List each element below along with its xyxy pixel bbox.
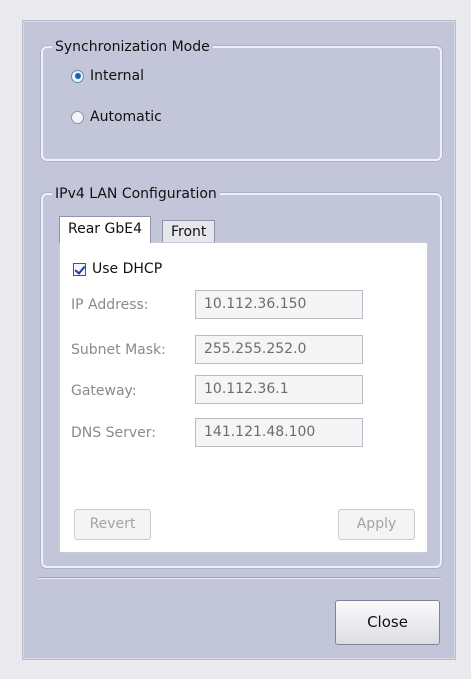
subnet-mask-field[interactable]: 255.255.252.0 [195,335,363,364]
radio-internal-indicator[interactable] [71,69,84,83]
dns-server-field[interactable]: 141.121.48.100 [195,418,363,447]
ipv4-lan-configuration-legend: IPv4 LAN Configuration [52,184,220,204]
radio-internal-label[interactable]: Internal [90,68,144,84]
tab-front[interactable]: Front [162,220,216,243]
tab-rear-gbe4[interactable]: Rear GbE4 [59,216,151,243]
footer-separator [38,577,441,579]
use-dhcp-checkbox[interactable] [73,262,86,276]
radio-automatic[interactable]: Automatic [71,109,162,125]
subnet-mask-label: Subnet Mask: [71,342,166,358]
tab-panel-rear-gbe4: Use DHCP IP Address: 10.112.36.150 Subne… [59,242,428,553]
use-dhcp-checkbox-row[interactable]: Use DHCP [73,261,162,277]
ip-address-label: IP Address: [71,297,149,313]
dialog-window: Synchronization Mode Internal Automatic … [22,20,456,660]
ipv4-lan-configuration-group: IPv4 LAN Configuration Front Rear GbE4 U… [41,184,442,568]
synchronization-mode-legend: Synchronization Mode [52,37,213,57]
dns-server-label: DNS Server: [71,425,156,441]
radio-internal[interactable]: Internal [71,68,144,84]
radio-automatic-indicator[interactable] [71,110,84,124]
use-dhcp-label[interactable]: Use DHCP [92,261,162,277]
revert-button[interactable]: Revert [74,509,151,540]
gateway-label: Gateway: [71,383,137,399]
close-button[interactable]: Close [335,600,440,645]
gateway-field[interactable]: 10.112.36.1 [195,375,363,404]
ip-address-field[interactable]: 10.112.36.150 [195,290,363,319]
radio-automatic-label[interactable]: Automatic [90,109,162,125]
synchronization-mode-group: Synchronization Mode Internal Automatic [41,37,442,161]
apply-button[interactable]: Apply [338,509,415,540]
